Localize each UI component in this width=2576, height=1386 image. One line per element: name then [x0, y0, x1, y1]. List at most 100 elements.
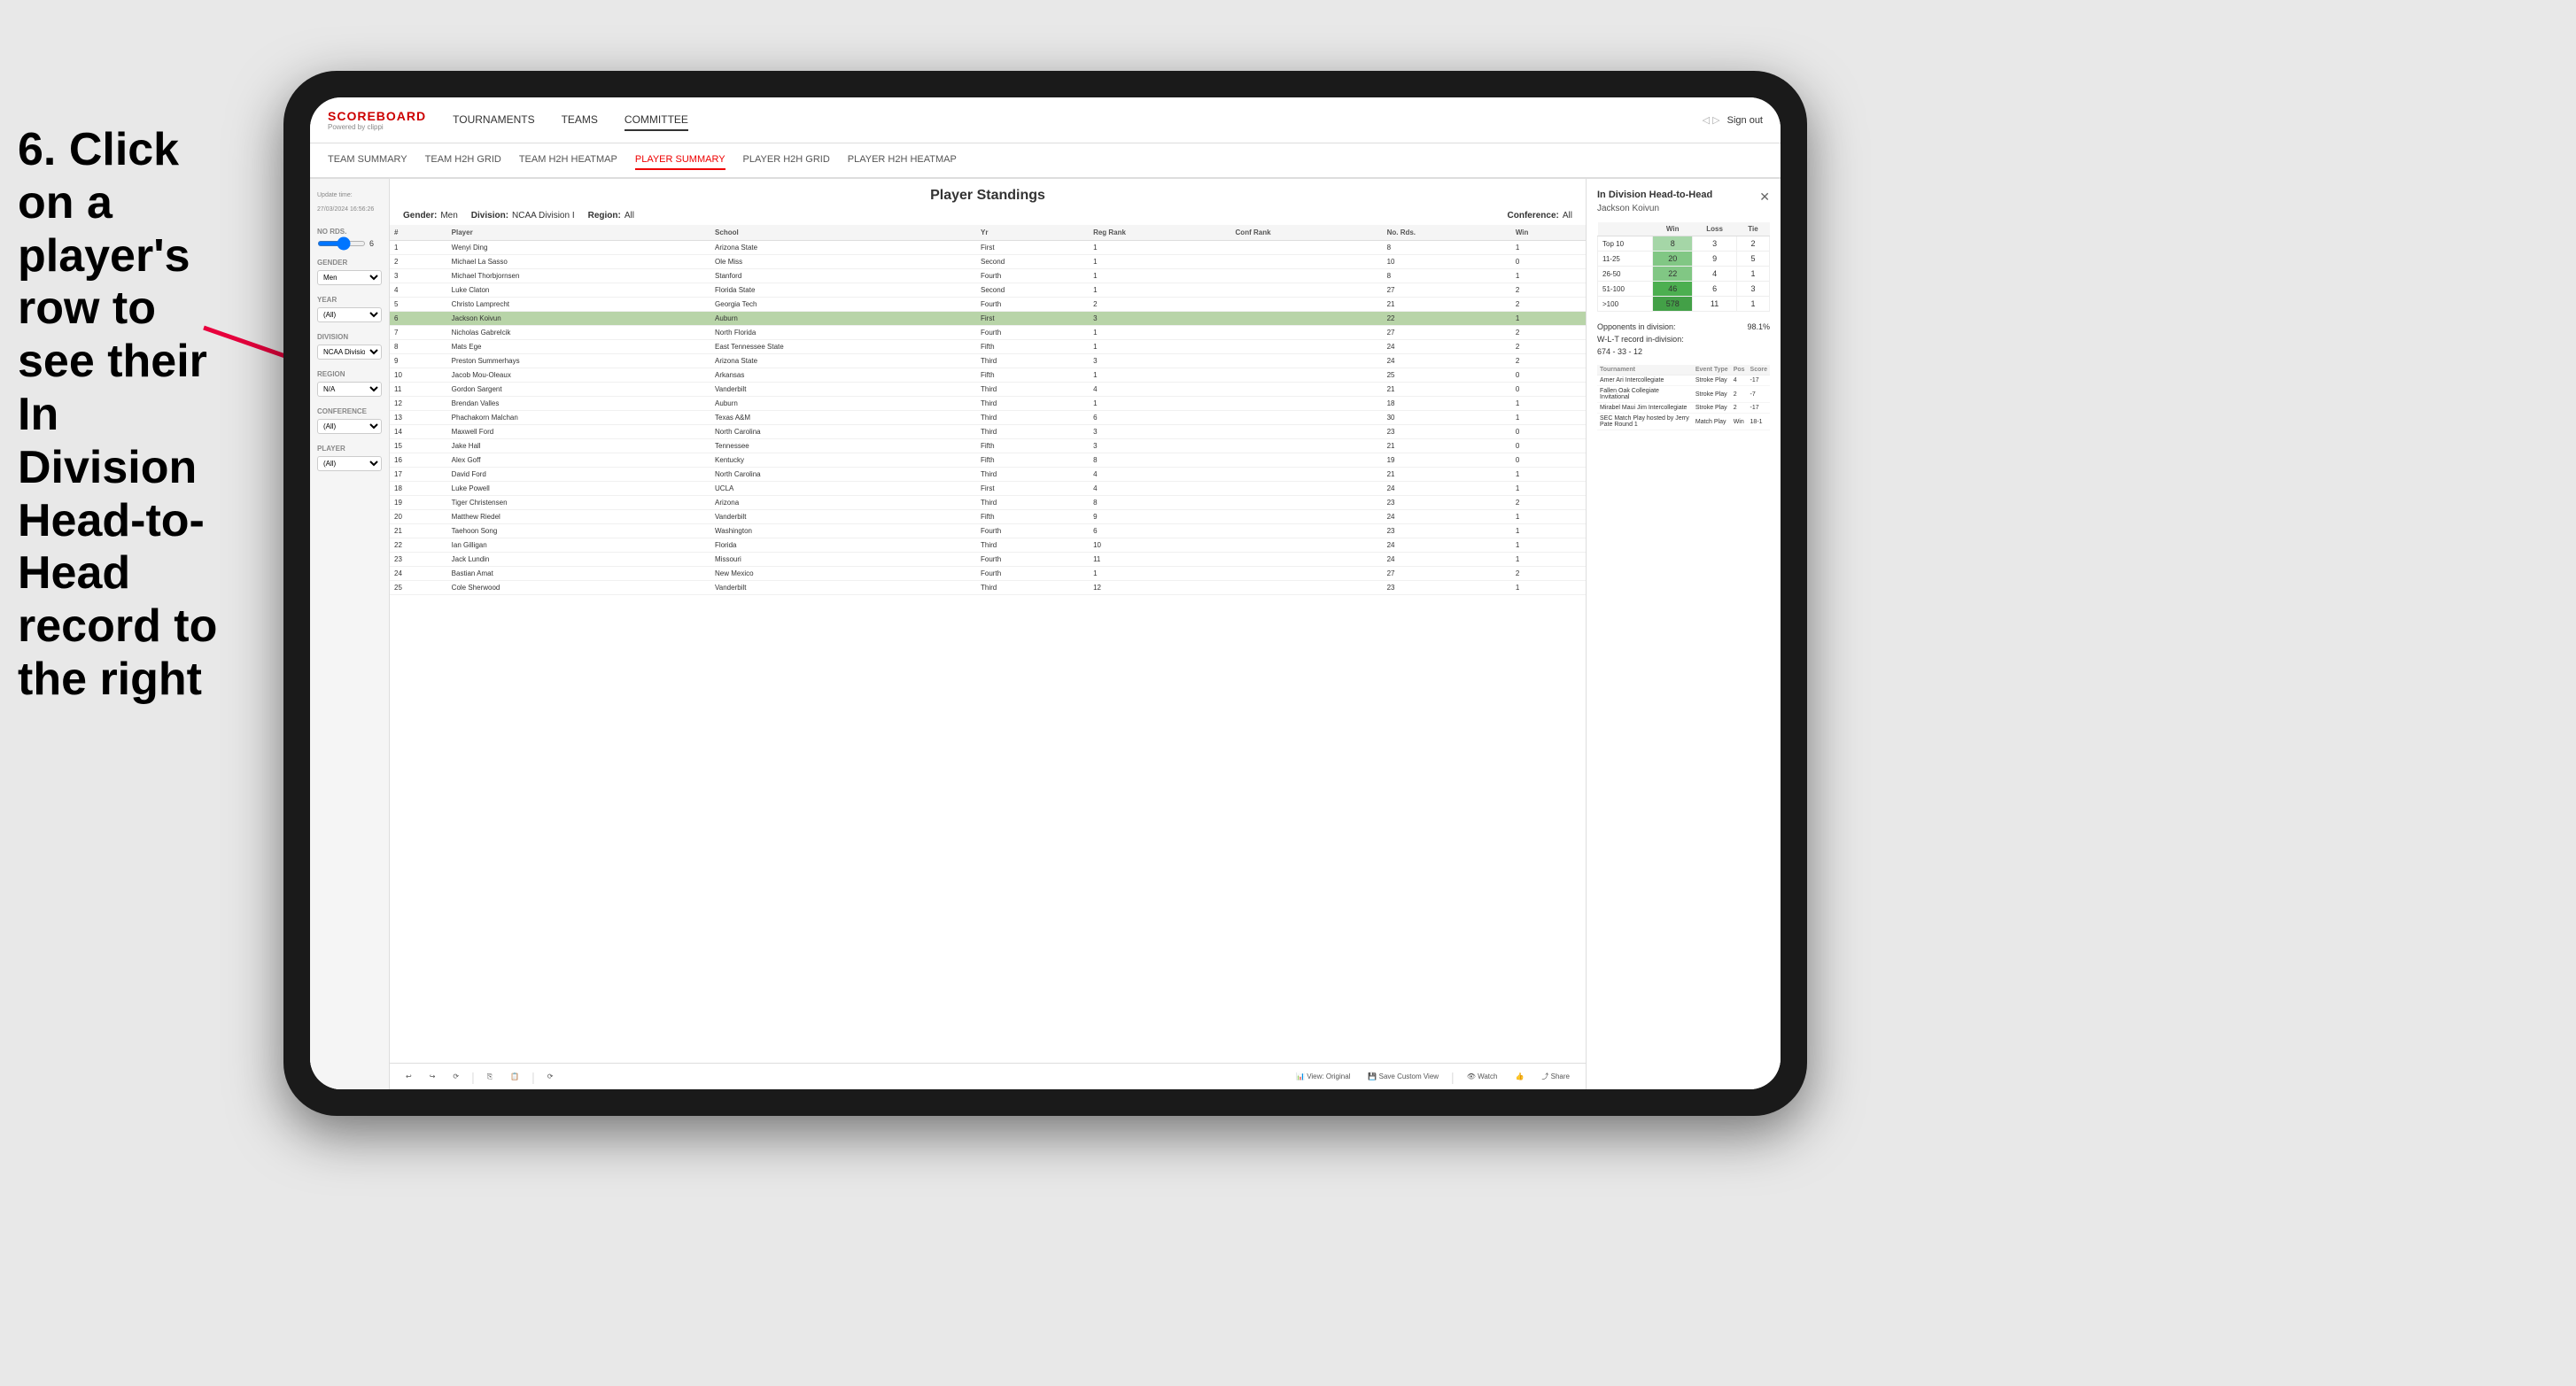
table-row[interactable]: 7 Nicholas Gabrelcik North Florida Fourt…	[390, 326, 1586, 340]
conference-select[interactable]: (All)	[317, 419, 382, 434]
watch-btn[interactable]: 👁 Watch	[1462, 1070, 1503, 1083]
table-row[interactable]: 4 Luke Claton Florida State Second 1 27 …	[390, 283, 1586, 298]
view-original-btn[interactable]: 📊 View: Original	[1291, 1070, 1355, 1083]
table-row[interactable]: 3 Michael Thorbjornsen Stanford Fourth 1…	[390, 269, 1586, 283]
cell-player: Wenyi Ding	[447, 241, 710, 255]
table-row[interactable]: 19 Tiger Christensen Arizona Third 8 23 …	[390, 496, 1586, 510]
sign-out-button[interactable]: Sign out	[1727, 115, 1763, 126]
cell-conf-rank	[1231, 283, 1383, 298]
division-select[interactable]: NCAA Division I	[317, 345, 382, 360]
subnav-player-summary[interactable]: PLAYER SUMMARY	[635, 151, 725, 170]
undo-btn[interactable]: ↩	[400, 1070, 417, 1083]
cell-rank: 8	[390, 340, 447, 354]
player-select[interactable]: (All)	[317, 456, 382, 471]
table-row[interactable]: 23 Jack Lundin Missouri Fourth 11 24 1	[390, 553, 1586, 567]
subnav-team-summary[interactable]: TEAM SUMMARY	[328, 151, 407, 170]
h2h-table-row: 26-50 22 4 1	[1598, 267, 1770, 282]
cell-reg-rank: 1	[1089, 397, 1230, 411]
copy-btn[interactable]: ⎘	[482, 1070, 498, 1084]
h2h-stats: Opponents in division: 98.1% W-L-T recor…	[1597, 322, 1770, 356]
share-btn[interactable]: ⤴ Share	[1536, 1069, 1575, 1084]
h2h-close-btn[interactable]: ✕	[1759, 190, 1770, 205]
cell-rank: 17	[390, 468, 447, 482]
cell-no-rds: 23	[1383, 496, 1511, 510]
table-row[interactable]: 8 Mats Ege East Tennessee State Fifth 1 …	[390, 340, 1586, 354]
year-select[interactable]: (All)	[317, 307, 382, 322]
cell-yr: Fifth	[976, 510, 1089, 524]
tournament-row[interactable]: Fallen Oak Collegiate Invitational Strok…	[1597, 386, 1770, 403]
table-row[interactable]: 12 Brendan Valles Auburn Third 1 18 1	[390, 397, 1586, 411]
table-row[interactable]: 22 Ian Gilligan Florida Third 10 24 1	[390, 538, 1586, 553]
subnav-team-h2h-heatmap[interactable]: TEAM H2H HEATMAP	[519, 151, 617, 170]
thumbs-up-btn[interactable]: 👍	[1509, 1070, 1529, 1083]
player-section: Player (All)	[317, 445, 382, 471]
table-row[interactable]: 2 Michael La Sasso Ole Miss Second 1 10 …	[390, 255, 1586, 269]
cell-reg-rank: 1	[1089, 241, 1230, 255]
refresh-btn[interactable]: ⟳	[542, 1070, 559, 1083]
cell-school: Auburn	[710, 397, 976, 411]
tournament-row[interactable]: Amer Ari Intercollegiate Stroke Play 4 -…	[1597, 376, 1770, 386]
cell-player: Mats Ege	[447, 340, 710, 354]
region-select[interactable]: N/A	[317, 382, 382, 397]
center-content: Player Standings Gender: Men Division: N…	[390, 179, 1586, 1089]
nav-committee[interactable]: COMMITTEE	[625, 110, 688, 131]
cell-no-rds: 25	[1383, 368, 1511, 383]
table-row[interactable]: 18 Luke Powell UCLA First 4 24 1	[390, 482, 1586, 496]
nav-tournaments[interactable]: TOURNAMENTS	[453, 110, 534, 131]
redo-btn[interactable]: ↪	[424, 1070, 441, 1083]
cell-reg-rank: 1	[1089, 255, 1230, 269]
cell-reg-rank: 3	[1089, 439, 1230, 453]
cell-yr: Fifth	[976, 368, 1089, 383]
paste-btn[interactable]: 📋	[505, 1070, 524, 1083]
table-row[interactable]: 17 David Ford North Carolina Third 4 21 …	[390, 468, 1586, 482]
cell-win: 1	[1511, 241, 1586, 255]
player-standings-table: # Player School Yr Reg Rank Conf Rank No…	[390, 225, 1586, 1063]
forward-btn[interactable]: ⟳	[447, 1070, 464, 1083]
subnav-player-h2h-heatmap[interactable]: PLAYER H2H HEATMAP	[848, 151, 957, 170]
nav-items: TOURNAMENTS TEAMS COMMITTEE	[453, 110, 1703, 131]
table-row[interactable]: 14 Maxwell Ford North Carolina Third 3 2…	[390, 425, 1586, 439]
h2h-label: 51-100	[1598, 282, 1653, 297]
cell-school: Georgia Tech	[710, 298, 976, 312]
tournament-row[interactable]: SEC Match Play hosted by Jerry Pate Roun…	[1597, 414, 1770, 430]
cell-school: Texas A&M	[710, 411, 976, 425]
table-row[interactable]: 5 Christo Lamprecht Georgia Tech Fourth …	[390, 298, 1586, 312]
wlt-label: W-L-T record in-division:	[1597, 335, 1684, 344]
h2h-col-loss: Loss	[1693, 222, 1737, 236]
subnav-team-h2h-grid[interactable]: TEAM H2H GRID	[425, 151, 501, 170]
filter-row: Gender: Men Division: NCAA Division I Re…	[403, 211, 1572, 221]
update-time-section: Update time: 27/03/2024 16:56:26	[317, 192, 382, 217]
cell-yr: Third	[976, 496, 1089, 510]
tournament-row[interactable]: Mirabel Maui Jim Intercollegiate Stroke …	[1597, 403, 1770, 414]
subnav-player-h2h-grid[interactable]: PLAYER H2H GRID	[743, 151, 830, 170]
table-row[interactable]: 15 Jake Hall Tennessee Fifth 3 21 0	[390, 439, 1586, 453]
table-row[interactable]: 13 Phachakorn Malchan Texas A&M Third 6 …	[390, 411, 1586, 425]
table-row[interactable]: 25 Cole Sherwood Vanderbilt Third 12 23 …	[390, 581, 1586, 595]
cell-yr: Third	[976, 411, 1089, 425]
table-row[interactable]: 24 Bastian Amat New Mexico Fourth 1 27 2	[390, 567, 1586, 581]
nav-teams[interactable]: TEAMS	[562, 110, 598, 131]
cell-rank: 7	[390, 326, 447, 340]
h2h-loss: 3	[1693, 236, 1737, 252]
cell-rank: 25	[390, 581, 447, 595]
cell-reg-rank: 3	[1089, 425, 1230, 439]
table-row[interactable]: 10 Jacob Mou-Oleaux Arkansas Fifth 1 25 …	[390, 368, 1586, 383]
cell-school: Vanderbilt	[710, 510, 976, 524]
table-row[interactable]: 21 Taehoon Song Washington Fourth 6 23 1	[390, 524, 1586, 538]
table-row[interactable]: 6 Jackson Koivun Auburn First 3 22 1	[390, 312, 1586, 326]
cell-win: 1	[1511, 397, 1586, 411]
cell-reg-rank: 4	[1089, 383, 1230, 397]
table-row[interactable]: 1 Wenyi Ding Arizona State First 1 8 1	[390, 241, 1586, 255]
table-row[interactable]: 11 Gordon Sargent Vanderbilt Third 4 21 …	[390, 383, 1586, 397]
table-row[interactable]: 20 Matthew Riedel Vanderbilt Fifth 9 24 …	[390, 510, 1586, 524]
save-custom-btn[interactable]: 💾 Save Custom View	[1362, 1070, 1444, 1083]
col-conf-rank: Conf Rank	[1231, 225, 1383, 241]
cell-rank: 20	[390, 510, 447, 524]
table-row[interactable]: 16 Alex Goff Kentucky Fifth 8 19 0	[390, 453, 1586, 468]
no-rds-slider[interactable]	[317, 241, 366, 246]
no-rds-value: 6	[369, 239, 374, 248]
table-row[interactable]: 9 Preston Summerhays Arizona State Third…	[390, 354, 1586, 368]
gender-select[interactable]: Men Women	[317, 270, 382, 285]
cell-no-rds: 21	[1383, 383, 1511, 397]
tournament-name: SEC Match Play hosted by Jerry Pate Roun…	[1597, 414, 1693, 430]
